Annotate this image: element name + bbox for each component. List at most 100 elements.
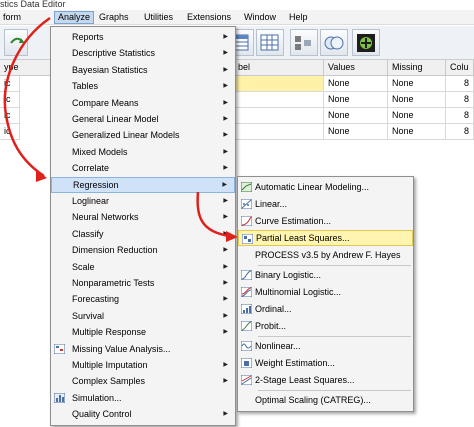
- weight-icon: [241, 358, 252, 368]
- menu-window[interactable]: Window: [241, 11, 279, 24]
- column-header-missing[interactable]: Missing: [388, 60, 446, 76]
- menu-item-correlate[interactable]: Correlate ▶: [51, 160, 235, 176]
- menu-item-bayesian-statistics[interactable]: Bayesian Statistics ▶: [51, 62, 235, 78]
- cell-label[interactable]: [234, 76, 324, 92]
- cell-missing[interactable]: None: [388, 92, 446, 108]
- cell-type[interactable]: ic: [0, 76, 20, 92]
- column-header-values[interactable]: Values: [324, 60, 388, 76]
- menu-analyze[interactable]: Analyze: [54, 11, 95, 24]
- menu-help[interactable]: Help: [286, 11, 311, 24]
- cell-missing[interactable]: None: [388, 76, 446, 92]
- menu-item-automatic-linear-modeling[interactable]: Automatic Linear Modeling...: [238, 179, 413, 195]
- menu-item-process[interactable]: PROCESS v3.5 by Andrew F. Hayes: [238, 247, 413, 263]
- menu-item-label: Ordinal...: [255, 304, 292, 314]
- submenu-arrow-icon: ▶: [223, 148, 228, 155]
- menu-item-label: Compare Means: [72, 97, 139, 108]
- column-header-label[interactable]: bel: [234, 60, 324, 76]
- menu-item-regression[interactable]: Regression ▶: [51, 176, 235, 193]
- cell-missing[interactable]: None: [388, 124, 446, 140]
- cell-type[interactable]: ic: [0, 124, 20, 140]
- menu-item-multiple-response[interactable]: Multiple Response ▶: [51, 324, 235, 340]
- menu-item-classify[interactable]: Classify ▶: [51, 226, 235, 242]
- menu-item-generalized-linear-models[interactable]: Generalized Linear Models ▶: [51, 127, 235, 143]
- menu-item-label: Weight Estimation...: [255, 358, 335, 368]
- cell-label[interactable]: [234, 124, 324, 140]
- cell-values[interactable]: None: [324, 108, 388, 124]
- menu-graphs[interactable]: Graphs: [96, 11, 132, 24]
- menu-item-descriptive-statistics[interactable]: Descriptive Statistics ▶: [51, 45, 235, 61]
- menu-bar: form Analyze Graphs Utilities Extensions…: [0, 10, 474, 25]
- cell-type[interactable]: ic: [0, 92, 20, 108]
- menu-separator: [258, 390, 411, 391]
- cell-values[interactable]: None: [324, 76, 388, 92]
- menu-item-label: Descriptive Statistics: [72, 48, 156, 59]
- menu-item-tables[interactable]: Tables ▶: [51, 78, 235, 94]
- cell-columns[interactable]: 8: [446, 92, 474, 108]
- submenu-arrow-icon: ▶: [223, 50, 228, 57]
- menu-item-weight-estimation[interactable]: Weight Estimation...: [238, 355, 413, 371]
- menu-item-label: Nonlinear...: [255, 341, 301, 351]
- submenu-arrow-icon: ▶: [223, 280, 228, 286]
- menu-utilities[interactable]: Utilities: [141, 11, 176, 24]
- menu-item-reports[interactable]: Reports ▶: [51, 29, 235, 45]
- use-sets-button[interactable]: [352, 29, 380, 56]
- menu-item-quality-control[interactable]: Quality Control ▶: [51, 406, 235, 422]
- menu-item-multinomial-logistic[interactable]: Multinomial Logistic...: [238, 284, 413, 300]
- menu-extensions[interactable]: Extensions: [184, 11, 234, 24]
- menu-item-curve-estimation[interactable]: Curve Estimation...: [238, 213, 413, 229]
- pls-icon: [242, 234, 253, 244]
- submenu-arrow-icon: ▶: [223, 378, 228, 385]
- cell-columns[interactable]: 8: [446, 76, 474, 92]
- menu-item-dimension-reduction[interactable]: Dimension Reduction ▶: [51, 242, 235, 258]
- menu-item-linear[interactable]: Linear...: [238, 196, 413, 212]
- menu-item-label: Survival: [72, 310, 105, 321]
- column-header-columns[interactable]: Colu: [446, 60, 474, 76]
- cell-missing[interactable]: None: [388, 108, 446, 124]
- menu-item-two-stage-least-squares[interactable]: 2-Stage Least Squares...: [238, 372, 413, 388]
- menu-item-loglinear[interactable]: Loglinear ▶: [51, 193, 235, 209]
- analyze-menu: Reports ▶ Descriptive Statistics ▶ Bayesia…: [50, 26, 236, 426]
- menu-item-scale[interactable]: Scale ▶: [51, 259, 235, 275]
- menu-item-survival[interactable]: Survival ▶: [51, 308, 235, 324]
- menu-item-compare-means[interactable]: Compare Means ▶: [51, 95, 235, 111]
- menu-item-nonlinear[interactable]: Nonlinear...: [238, 338, 413, 354]
- menu-item-label: Missing Value Analysis...: [72, 343, 171, 354]
- menu-item-general-linear-model[interactable]: General Linear Model ▶: [51, 111, 235, 127]
- data-view-button[interactable]: [256, 29, 284, 56]
- cell-label[interactable]: [234, 108, 324, 124]
- linear-icon: [241, 199, 252, 209]
- menu-item-nonparametric-tests[interactable]: Nonparametric Tests ▶: [51, 275, 235, 291]
- menu-item-binary-logistic[interactable]: Binary Logistic...: [238, 267, 413, 283]
- menu-item-partial-least-squares[interactable]: Partial Least Squares...: [238, 230, 413, 247]
- submenu-arrow-icon: ▶: [223, 411, 228, 418]
- cell-values[interactable]: None: [324, 124, 388, 140]
- cell-values[interactable]: None: [324, 92, 388, 108]
- menu-item-probit[interactable]: Probit...: [238, 318, 413, 334]
- cell-columns[interactable]: 8: [446, 108, 474, 124]
- menu-item-ordinal[interactable]: Ordinal...: [238, 301, 413, 317]
- menu-item-forecasting[interactable]: Forecasting ▶: [51, 291, 235, 307]
- menu-item-neural-networks[interactable]: Neural Networks ▶: [51, 209, 235, 225]
- value-labels-button[interactable]: [320, 29, 348, 56]
- cell-label[interactable]: [234, 92, 324, 108]
- menu-item-multiple-imputation[interactable]: Multiple Imputation ▶: [51, 357, 235, 373]
- select-cases-button[interactable]: [290, 29, 318, 56]
- menu-item-label: Multiple Imputation: [72, 360, 148, 370]
- menu-item-label: Complex Samples: [72, 376, 146, 387]
- menu-item-label: Automatic Linear Modeling...: [255, 182, 370, 192]
- menu-item-simulation[interactable]: Simulation...: [51, 390, 235, 406]
- two-stage-icon: [241, 375, 252, 385]
- menu-item-complex-samples[interactable]: Complex Samples ▶: [51, 373, 235, 389]
- menu-item-label: 2-Stage Least Squares...: [255, 375, 355, 385]
- menu-item-mixed-models[interactable]: Mixed Models ▶: [51, 144, 235, 160]
- undo-icon: [10, 37, 24, 44]
- grid-table-icon: [260, 34, 279, 51]
- menu-transform[interactable]: form: [0, 11, 24, 24]
- circles-icon: [324, 36, 344, 50]
- cell-columns[interactable]: 8: [446, 124, 474, 140]
- menu-item-missing-value-analysis[interactable]: Missing Value Analysis...: [51, 341, 235, 357]
- menu-item-optimal-scaling[interactable]: Optimal Scaling (CATREG)...: [238, 392, 413, 408]
- submenu-arrow-icon: ▶: [223, 329, 228, 336]
- undo-button[interactable]: [4, 29, 28, 56]
- cell-type[interactable]: ic: [0, 108, 20, 124]
